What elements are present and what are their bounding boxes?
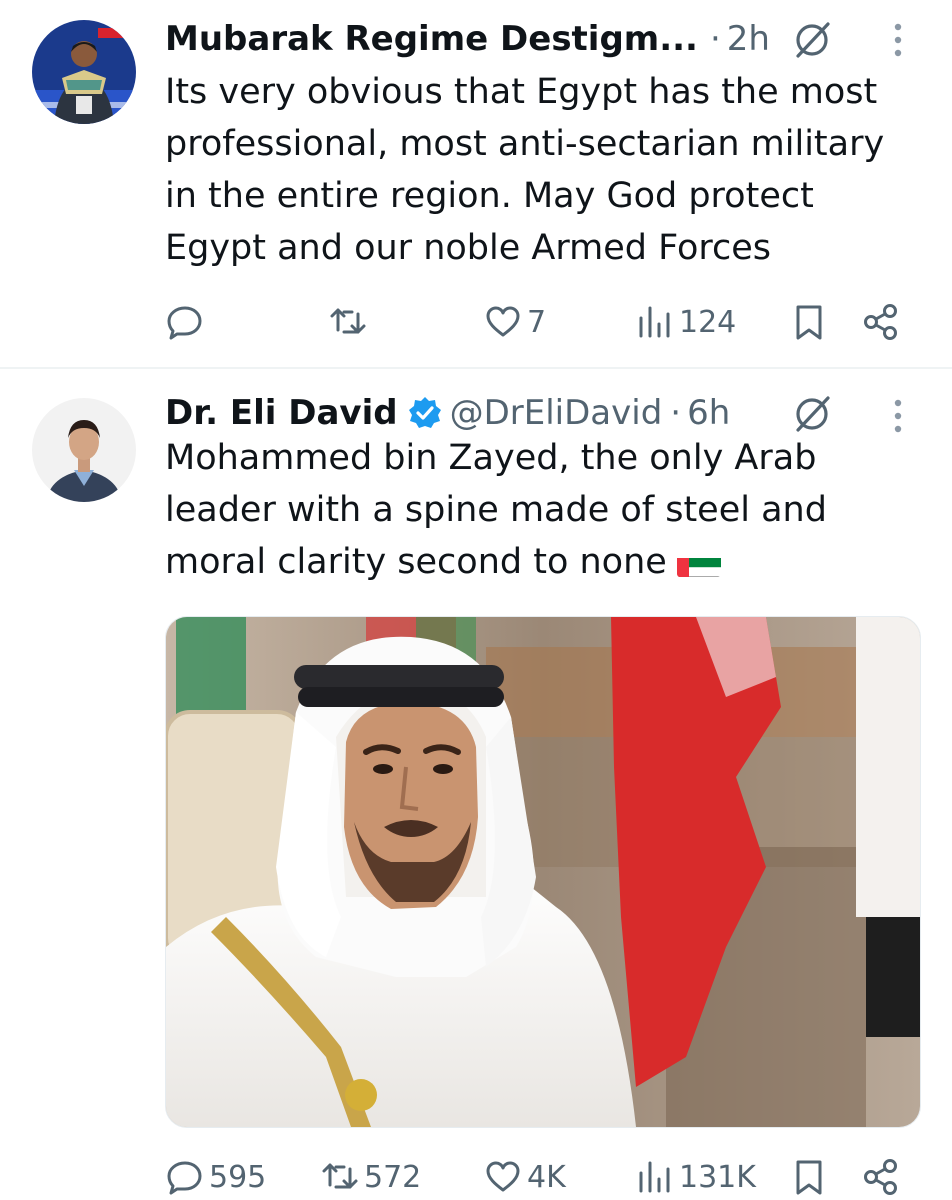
grok-icon[interactable] <box>790 18 834 62</box>
like-count: 4K <box>527 1159 566 1195</box>
tweet[interactable]: Dr. Eli David @DrEliDavid · 6h Mohammed … <box>0 370 952 1200</box>
share-button[interactable] <box>861 1155 901 1199</box>
tweet-divider <box>0 367 952 369</box>
views-count: 131K <box>679 1159 756 1195</box>
separator: · <box>670 393 682 433</box>
tweet-text-content: Mohammed bin Zayed, the only Arab leader… <box>165 438 827 582</box>
separator: · <box>709 19 721 59</box>
views-button[interactable]: 131K <box>635 1155 756 1199</box>
grok-icon[interactable] <box>790 392 834 436</box>
avatar[interactable] <box>32 20 136 124</box>
bookmark-icon <box>796 1160 822 1195</box>
repost-button[interactable] <box>328 300 372 344</box>
more-icon[interactable] <box>893 22 903 58</box>
reply-icon <box>167 306 202 340</box>
avatar[interactable] <box>32 398 136 502</box>
repost-button[interactable]: 572 <box>320 1155 421 1199</box>
reply-button[interactable] <box>165 300 209 344</box>
views-icon <box>639 1161 670 1193</box>
like-icon <box>486 306 520 337</box>
bookmark-icon <box>796 305 822 340</box>
reply-icon <box>167 1161 202 1195</box>
views-icon <box>639 306 670 338</box>
tweet[interactable]: Mubarak Regime Destigm... · 2h Its very … <box>0 0 952 368</box>
share-icon <box>864 1159 897 1195</box>
repost-icon <box>330 308 366 334</box>
share-icon <box>864 304 897 340</box>
bookmark-button[interactable] <box>789 1155 829 1199</box>
verified-badge-icon <box>408 396 442 430</box>
reply-button[interactable]: 595 <box>165 1155 266 1199</box>
tweet-text: Mohammed bin Zayed, the only Arab leader… <box>165 432 925 588</box>
repost-icon <box>322 1163 358 1189</box>
display-name[interactable]: Mubarak Regime Destigm... <box>165 19 698 59</box>
tweet-actions: 7 124 <box>165 300 910 344</box>
share-button[interactable] <box>861 300 901 344</box>
tweet-actions: 595 572 4K 131K <box>165 1155 910 1199</box>
more-icon[interactable] <box>893 398 903 434</box>
like-button[interactable]: 7 <box>483 300 546 344</box>
views-count: 124 <box>679 304 737 340</box>
reply-count: 595 <box>209 1159 267 1195</box>
uae-flag-emoji <box>676 549 721 577</box>
like-count: 7 <box>527 304 547 340</box>
views-button[interactable]: 124 <box>635 300 736 344</box>
timestamp[interactable]: 6h <box>687 393 730 433</box>
repost-count: 572 <box>364 1159 422 1195</box>
bookmark-button[interactable] <box>789 300 829 344</box>
like-icon <box>486 1161 520 1192</box>
timestamp[interactable]: 2h <box>727 19 770 59</box>
tweet-header: Mubarak Regime Destigm... · 2h <box>165 16 770 62</box>
like-button[interactable]: 4K <box>483 1155 566 1199</box>
display-name[interactable]: Dr. Eli David <box>165 393 398 433</box>
tweet-image[interactable] <box>165 616 921 1128</box>
tweet-header: Dr. Eli David @DrEliDavid · 6h <box>165 390 730 436</box>
tweet-text: Its very obvious that Egypt has the most… <box>165 72 885 268</box>
handle[interactable]: @DrEliDavid <box>450 393 663 433</box>
